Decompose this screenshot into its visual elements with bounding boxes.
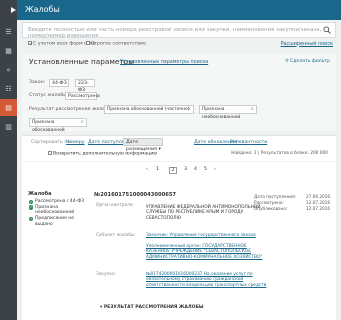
strict-option[interactable]: Строгое соответствие (86, 41, 146, 47)
organ-value: УПРАВЛЕНИЕ ФЕДЕРАЛЬНОЙ АНТИМОНОПОЛЬНОЙ С… (146, 205, 261, 221)
checkbox-icon[interactable] (86, 41, 90, 45)
result-label: Результат рассмотрения жалобы: (29, 107, 114, 112)
result-tag[interactable]: Признана обоснованной (частично) × (104, 105, 194, 114)
card-type: Жалоба (28, 191, 52, 197)
chevron-down-icon: ▾ (158, 147, 161, 152)
purchase-link[interactable]: №0174200001016000237 На оказание услуг п… (146, 272, 266, 288)
subject-customer: Заказчик: Управление государственного за… (146, 233, 272, 238)
purchase-label: Закупка: (96, 272, 117, 277)
results-panel: ‹ 1 2 3 4 5 › Жалоба ✓ Рассмотрена / 44-Ф… (22, 162, 336, 320)
menu-building-icon[interactable]: ▥ (0, 118, 17, 135)
subject-authorized-link[interactable]: Уполномоченный орган: ГОСУДАРСТВЕННОЕ КА… (146, 244, 263, 260)
decision-status: ✓ Признана необоснованной (29, 204, 75, 216)
search-icon[interactable] (322, 25, 332, 35)
checkbox-icon[interactable] (48, 151, 52, 155)
page-prev-icon[interactable]: ‹ (146, 167, 148, 172)
page-link[interactable]: 3 (184, 167, 187, 172)
page-next-icon[interactable]: › (214, 167, 216, 172)
check-icon: ✓ (29, 205, 34, 210)
close-icon[interactable]: × (250, 106, 254, 114)
purchase-value: №0174200001016000237 На оказание услуг п… (146, 272, 272, 288)
check-icon: ✓ (29, 199, 34, 204)
sort-by-number[interactable]: Номеру (66, 140, 85, 145)
search-options: ✓С учетом всех форм слов Строгое соответ… (22, 40, 336, 48)
status-label: Статус жалобы: (29, 93, 69, 98)
prescription-status: ✓ Предписание не выдано (29, 216, 74, 227)
menu-back-icon[interactable]: « (0, 61, 17, 78)
extended-search-link[interactable]: Расширенный поиск (281, 41, 333, 47)
result-count: Найдено: 1 | Результатов в блоке: 200 00… (231, 151, 328, 156)
checkbox-checked-icon[interactable]: ✓ (28, 41, 33, 47)
card-status: ✓ Рассмотрена / 44-ФЗ ✓ Признана необоснова… (29, 199, 93, 228)
menu-grid-icon[interactable]: ▦ (0, 42, 17, 59)
result-tag[interactable]: Признана необоснованной × (199, 105, 257, 120)
menu-list-icon[interactable]: ☰ (0, 23, 17, 40)
menu-complaints-icon[interactable]: ▤ (0, 99, 17, 116)
search-input[interactable]: Введите полностью или часть номера реест… (28, 27, 335, 39)
law-value-44[interactable]: 44-ФЗ (49, 79, 69, 87)
law-status: ✓ Рассмотрена / 44-ФЗ (29, 199, 84, 204)
params-title: Установленные параметры (29, 57, 134, 66)
complaint-number[interactable]: №201601751000043000657 (94, 192, 176, 198)
arrow-icon (11, 7, 16, 15)
check-icon: ✓ (29, 216, 34, 222)
result-toggle[interactable]: ▾ РЕЗУЛЬТАТ РАССМОТРЕНИЯ ЖАЛОБЫ (100, 305, 204, 310)
extra-info-toggle[interactable]: Возвратить дополнительную информацию (48, 151, 157, 157)
sort-by-relevance[interactable]: Релевантности (230, 140, 267, 145)
subject-label: Субъект жалобы: (96, 233, 136, 238)
law-label: Закон: (29, 80, 46, 85)
params-panel: Установленные параметры Установленные па… (22, 53, 336, 133)
sort-by-publish-date[interactable]: Дате размещения ▾ (123, 138, 163, 152)
sidebar: ☰ ▦ « ☷ ▤ ▥ (0, 0, 17, 320)
close-icon[interactable]: × (187, 106, 191, 114)
page-link[interactable]: 4 (194, 167, 197, 172)
page-title: Жалобы (25, 5, 60, 14)
page-header: Жалобы (11, 0, 341, 20)
page-current[interactable]: 2 (169, 167, 177, 174)
subject-authorized: Уполномоченный орган: ГОСУДАРСТВЕННОЕ КА… (146, 244, 272, 260)
page-link[interactable]: 5 (204, 167, 207, 172)
status-value[interactable]: Рассмотрена (65, 92, 100, 100)
organ-label: Орган контроля: (96, 203, 134, 208)
subject-customer-link[interactable]: Заказчик: Управление государственного за… (146, 233, 256, 238)
complaint-card[interactable]: Жалоба ✓ Рассмотрена / 44-ФЗ ✓ Признана нео… (26, 189, 332, 320)
params-save-link[interactable]: Установленные параметры поиска (120, 60, 208, 65)
result-tag[interactable]: Признана обоснованной × (29, 118, 87, 133)
sort-bar: Сортировать по: Номеру Дате поступления … (22, 135, 336, 161)
menu-registry-icon[interactable]: ☷ (0, 80, 17, 97)
search-bar[interactable]: Введите полностью или часть номера реест… (22, 22, 336, 39)
page-link[interactable]: 1 (156, 167, 159, 172)
params-filter-link[interactable]: ⚲ Сделать фильтр (285, 59, 330, 64)
law-value-223[interactable]: 223-ФЗ (75, 79, 95, 93)
close-icon[interactable]: × (80, 119, 84, 127)
